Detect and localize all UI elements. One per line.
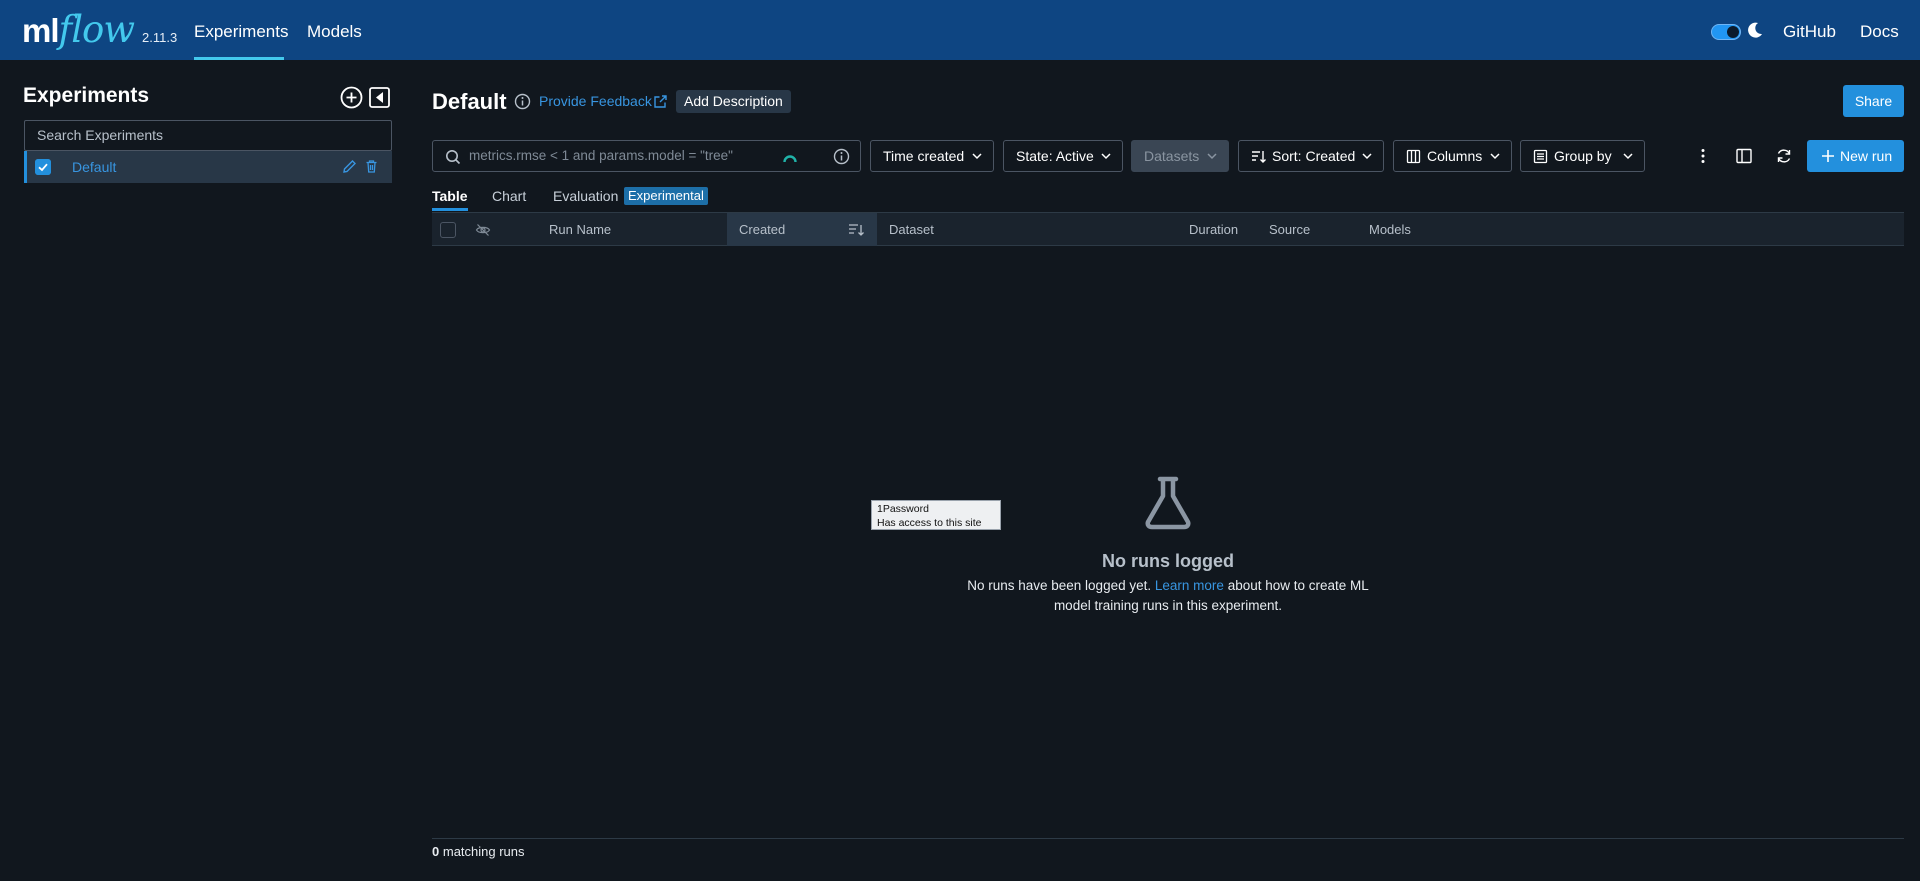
toggle-panel-icon[interactable] xyxy=(1735,147,1753,165)
nav-experiments[interactable]: Experiments xyxy=(194,0,288,60)
plus-icon xyxy=(1822,150,1834,162)
chevron-down-icon xyxy=(972,153,982,160)
time-created-dropdown[interactable]: Time created xyxy=(870,140,994,172)
chevron-down-icon xyxy=(1490,153,1500,160)
visibility-off-icon[interactable] xyxy=(475,222,491,238)
top-navbar: ml flow 2.11.3 Experiments Models GitHub… xyxy=(0,0,1920,60)
sort-icon xyxy=(1252,151,1266,163)
experiment-name[interactable]: Default xyxy=(72,151,116,183)
learn-more-link[interactable]: Learn more xyxy=(1155,578,1224,593)
column-run-name[interactable]: Run Name xyxy=(549,213,611,246)
experiment-item-default[interactable]: Default xyxy=(24,151,392,183)
chevron-down-icon xyxy=(1101,153,1111,160)
logo-ml-text: ml xyxy=(22,12,60,49)
empty-state-description: No runs have been logged yet. Learn more… xyxy=(960,576,1376,616)
create-experiment-icon[interactable] xyxy=(340,86,363,109)
column-source[interactable]: Source xyxy=(1269,213,1310,246)
docs-link[interactable]: Docs xyxy=(1860,0,1899,60)
column-duration[interactable]: Duration xyxy=(1189,213,1238,246)
tab-evaluation[interactable]: Evaluation xyxy=(553,187,618,211)
search-syntax-info-icon[interactable] xyxy=(833,148,850,165)
new-run-button[interactable]: New run xyxy=(1807,140,1904,172)
beaker-icon xyxy=(1145,476,1191,530)
state-dropdown[interactable]: State: Active xyxy=(1003,140,1123,172)
experimental-badge: Experimental xyxy=(624,187,708,205)
chevron-down-icon xyxy=(1362,153,1372,160)
checkbox-checked-icon[interactable] xyxy=(35,159,51,175)
search-icon xyxy=(446,150,461,165)
column-dataset[interactable]: Dataset xyxy=(889,213,934,246)
columns-icon xyxy=(1406,149,1421,164)
chevron-down-icon xyxy=(1623,153,1633,160)
mlflow-logo[interactable]: ml flow 2.11.3 xyxy=(22,6,177,54)
run-count-label: matching runs xyxy=(442,844,525,859)
new-run-label: New run xyxy=(1840,148,1893,164)
columns-dropdown[interactable]: Columns xyxy=(1393,140,1512,172)
sidebar-title: Experiments xyxy=(23,84,150,107)
footer-divider xyxy=(432,838,1904,839)
state-label: State: Active xyxy=(1016,148,1094,164)
tab-chart[interactable]: Chart xyxy=(492,187,526,211)
collapse-sidebar-icon[interactable] xyxy=(368,86,391,109)
group-by-icon xyxy=(1533,149,1548,164)
run-search-input[interactable]: metrics.rmse < 1 and params.model = "tre… xyxy=(432,140,861,172)
trash-icon[interactable] xyxy=(364,159,379,174)
empty-state-text-before: No runs have been logged yet. xyxy=(967,578,1152,593)
run-search-placeholder: metrics.rmse < 1 and params.model = "tre… xyxy=(469,148,733,163)
tooltip-text: Has access to this site xyxy=(877,517,982,529)
provide-feedback-link[interactable]: Provide Feedback xyxy=(539,93,652,109)
external-link-icon[interactable] xyxy=(653,94,668,109)
empty-state-title: No runs logged xyxy=(1102,551,1234,571)
sort-label: Sort: Created xyxy=(1272,148,1356,164)
dark-mode-toggle[interactable] xyxy=(1711,24,1741,40)
datasets-label: Datasets xyxy=(1144,148,1200,164)
search-experiments-input[interactable]: Search Experiments xyxy=(24,120,392,151)
moon-icon xyxy=(1748,22,1762,38)
refresh-icon[interactable] xyxy=(1775,147,1793,165)
more-options-icon[interactable] xyxy=(1694,147,1712,165)
column-created[interactable]: Created xyxy=(739,213,785,246)
logo-flow-text: flow xyxy=(58,8,135,51)
run-count-value: 0 xyxy=(432,844,440,859)
time-created-label: Time created xyxy=(883,148,965,164)
info-icon[interactable] xyxy=(514,93,531,110)
column-models[interactable]: Models xyxy=(1369,213,1411,246)
matching-runs-count: 0 matching runs xyxy=(432,844,525,859)
sort-dropdown[interactable]: Sort: Created xyxy=(1238,140,1384,172)
tab-table[interactable]: Table xyxy=(432,187,468,211)
version-label: 2.11.3 xyxy=(142,30,178,45)
select-all-checkbox[interactable] xyxy=(440,222,456,238)
nav-models[interactable]: Models xyxy=(307,0,362,60)
github-link[interactable]: GitHub xyxy=(1783,0,1836,60)
sort-descending-icon[interactable] xyxy=(848,222,864,238)
tooltip-title: 1Password xyxy=(877,503,929,515)
runs-table-header: Run Name Created Dataset Duration Source… xyxy=(432,212,1904,246)
assistant-icon[interactable] xyxy=(783,150,797,164)
experiment-title: Default xyxy=(432,89,507,114)
datasets-dropdown[interactable]: Datasets xyxy=(1131,140,1229,172)
share-button[interactable]: Share xyxy=(1843,85,1904,117)
password-manager-tooltip: 1Password Has access to this site xyxy=(871,500,1001,530)
add-description-button[interactable]: Add Description xyxy=(676,90,791,113)
chevron-down-icon xyxy=(1207,153,1217,160)
group-by-dropdown[interactable]: Group by xyxy=(1520,140,1645,172)
edit-pencil-icon[interactable] xyxy=(342,159,357,174)
